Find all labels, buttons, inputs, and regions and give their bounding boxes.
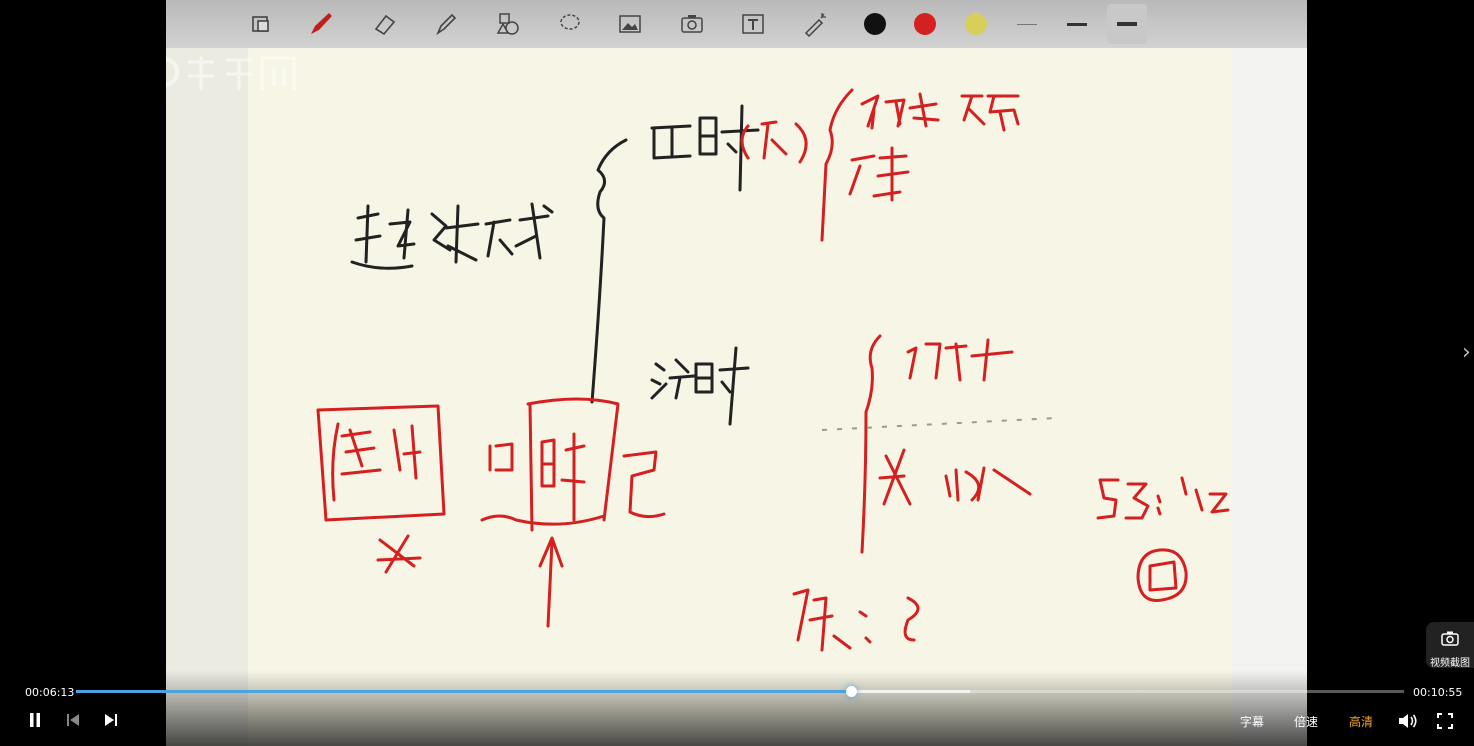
camera-icon [1441,631,1459,646]
speed-button[interactable]: 倍速 [1294,713,1318,730]
controls-overlay [0,670,1474,746]
total-time: 00:10:55 [1413,686,1463,699]
progress-handle[interactable] [846,686,858,697]
fullscreen-icon[interactable] [1436,712,1454,734]
chevron-right-icon[interactable]: › [1462,340,1471,365]
current-time: 00:06:13 [25,686,75,699]
subtitle-button[interactable]: 字幕 [1240,713,1264,730]
previous-icon[interactable] [65,712,81,732]
played-bar [76,690,852,693]
screenshot-button[interactable]: 视频截图 [1426,622,1474,669]
quality-button[interactable]: 高清 [1349,713,1373,730]
screenshot-label: 视频截图 [1430,658,1470,669]
progress-bar[interactable] [76,686,1404,697]
volume-icon[interactable] [1397,711,1419,735]
pause-icon[interactable] [27,711,43,733]
next-icon[interactable] [103,712,119,732]
handwritten-notes [316,88,1230,652]
